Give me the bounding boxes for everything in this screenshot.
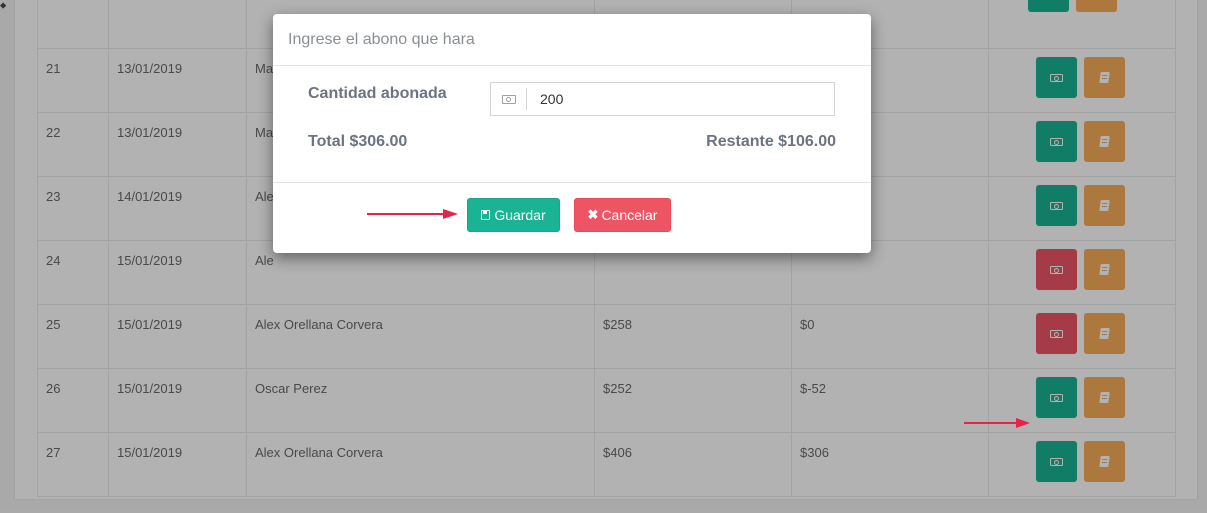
times-icon: ✖ [587, 207, 599, 222]
cancel-button[interactable]: ✖ Cancelar [574, 198, 671, 232]
modal-title: Ingrese el abono que hara [273, 14, 871, 66]
amount-input[interactable] [527, 83, 832, 115]
total-amount: Total $306.00 [308, 133, 408, 150]
cancel-label: Cancelar [601, 207, 658, 223]
modal-body: Cantidad abonada Total $306.00 Restante … [273, 66, 871, 183]
amount-field[interactable] [490, 82, 835, 116]
annotation-arrow-row [964, 418, 1030, 428]
amount-label: Cantidad abonada [308, 85, 447, 102]
remaining-amount: Restante $106.00 [706, 133, 836, 150]
annotation-arrow-modal [367, 209, 458, 219]
money-icon [501, 94, 516, 104]
amount-addon [491, 88, 527, 110]
save-label: Guardar [494, 207, 546, 223]
cursor-mark: ⬥ [0, 0, 7, 10]
save-button[interactable]: Guardar [467, 198, 560, 232]
modal-footer: Guardar ✖ Cancelar [273, 183, 871, 253]
payment-modal: Ingrese el abono que hara Cantidad abona… [273, 14, 871, 253]
floppy-disk-icon [481, 210, 491, 220]
